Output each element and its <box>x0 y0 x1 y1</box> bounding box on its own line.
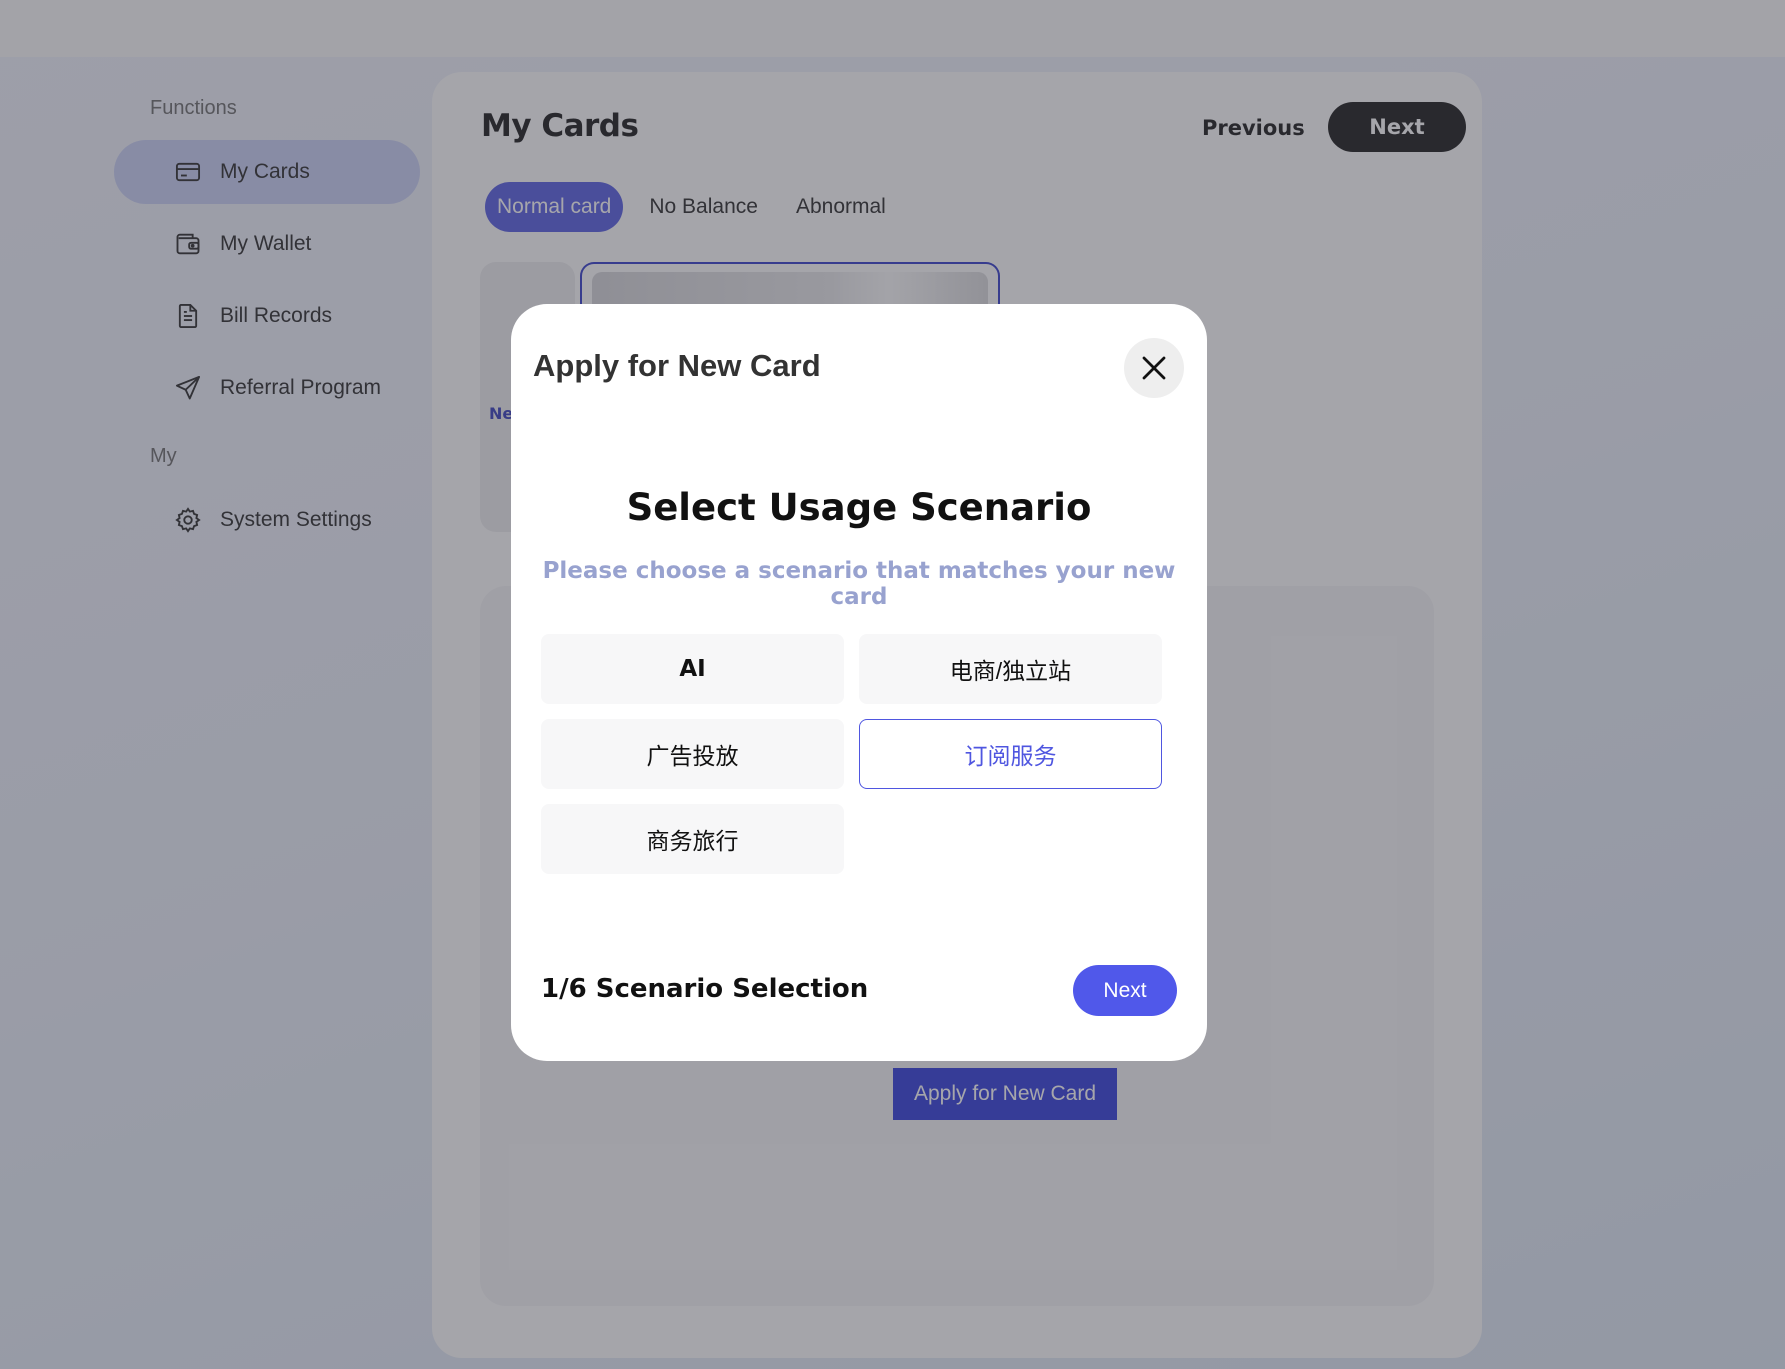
scenario-option-subscription[interactable]: 订阅服务 <box>859 719 1162 789</box>
scenario-option-advertising[interactable]: 广告投放 <box>541 719 844 789</box>
modal-next-button[interactable]: Next <box>1073 965 1177 1016</box>
close-icon <box>1142 356 1166 380</box>
scenario-options: AI 电商/独立站 广告投放 订阅服务 商务旅行 <box>541 634 1175 874</box>
scenario-option-business-travel[interactable]: 商务旅行 <box>541 804 844 874</box>
scenario-option-ecommerce[interactable]: 电商/独立站 <box>859 634 1162 704</box>
apply-card-modal: Apply for New Card Select Usage Scenario… <box>511 304 1207 1061</box>
close-button[interactable] <box>1124 338 1184 398</box>
modal-subheading: Please choose a scenario that matches yo… <box>542 558 1176 610</box>
modal-heading: Select Usage Scenario <box>626 486 1092 529</box>
scenario-option-ai[interactable]: AI <box>541 634 844 704</box>
step-indicator: 1/6 Scenario Selection <box>541 974 869 1004</box>
modal-title: Apply for New Card <box>533 348 821 383</box>
